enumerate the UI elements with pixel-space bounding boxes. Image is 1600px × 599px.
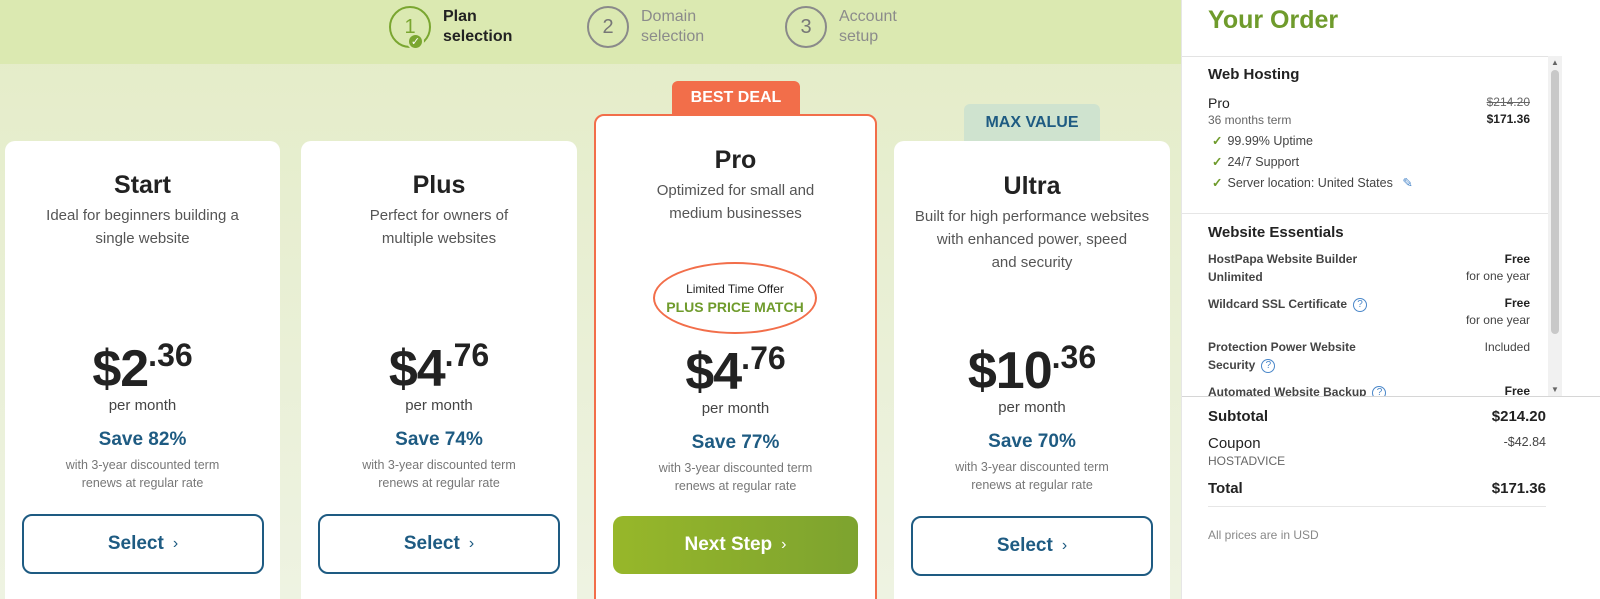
step-label: Plan selection	[443, 8, 513, 45]
web-hosting-heading: Web Hosting	[1208, 66, 1300, 83]
savings-text: Save 74%	[395, 429, 483, 450]
help-icon[interactable]: ?	[1372, 386, 1387, 396]
check-icon: ✓	[1212, 155, 1223, 169]
term-note: with 3-year discounted term renews at reg…	[955, 460, 1109, 492]
essential-value: Free	[1504, 384, 1530, 396]
checkout-steps: 1 ✓ Plan selection 2 Domain selection 3 Ac…	[0, 0, 1208, 64]
select-start-button[interactable]: Select ›	[22, 514, 264, 574]
essential-value: Free for one year	[1465, 252, 1530, 283]
price-period: per month	[405, 397, 473, 414]
step-domain-selection[interactable]: 2 Domain selection	[587, 6, 731, 48]
savings-text: Save 82%	[98, 429, 187, 450]
plan-name: Plus	[412, 171, 466, 199]
step-number-circle: 3	[785, 6, 827, 48]
subtotal-row: Subtotal $214.20	[1208, 408, 1546, 425]
select-plus-button[interactable]: Select ›	[318, 514, 560, 574]
step-number-circle: 1 ✓	[389, 6, 431, 50]
plan-price: $10.36	[967, 339, 1097, 400]
feature-server-location: ✓ Server location: United States ✎	[1212, 176, 1413, 190]
savings-text: Save 70%	[988, 431, 1076, 452]
plan-card-ultra: Ultra Built for high performance website…	[894, 141, 1170, 599]
plan-card-pro: Pro Optimized for small and medium busine…	[594, 114, 877, 599]
plan-name: Pro	[714, 146, 757, 174]
savings-text: Save 77%	[691, 432, 780, 453]
chevron-right-icon: ›	[468, 535, 475, 552]
hosting-plan-name: Pro	[1208, 95, 1230, 111]
term-note: with 3-year discounted term renews at reg…	[658, 461, 813, 493]
step-label: Account setup	[839, 8, 897, 45]
edit-pencil-icon[interactable]: ✎	[1402, 176, 1412, 190]
term-note: with 3-year discounted term renews at reg…	[362, 458, 516, 490]
checkmark-icon: ✓	[407, 33, 424, 50]
plan-selection-area: 1 ✓ Plan selection 2 Domain selection 3 Ac…	[0, 0, 1208, 599]
total-row: Total $171.36	[1208, 480, 1546, 497]
feature-uptime: ✓ 99.99% Uptime	[1212, 134, 1313, 148]
step-plan-selection[interactable]: 1 ✓ Plan selection	[389, 6, 533, 50]
step-number-circle: 2	[587, 6, 629, 48]
coupon-row: Coupon -$42.84	[1208, 435, 1546, 452]
plan-description: Built for high performance websites with …	[914, 208, 1150, 271]
divider	[1208, 506, 1546, 507]
plan-name: Ultra	[1003, 172, 1061, 200]
plan-price: $4.76	[388, 337, 490, 398]
check-icon: ✓	[1212, 134, 1223, 148]
original-price: $214.20	[1486, 95, 1530, 109]
price-period: per month	[108, 397, 177, 414]
scrollbar-thumb[interactable]	[1551, 70, 1559, 334]
chevron-right-icon: ›	[1061, 537, 1068, 554]
check-icon: ✓	[1212, 176, 1223, 190]
plan-description: Ideal for beginners building a single web…	[46, 207, 239, 247]
currency-note: All prices are in USD	[1208, 528, 1319, 542]
order-summary-panel: Your Order Web Hosting Pro 36 months ter…	[1181, 0, 1600, 599]
help-icon[interactable]: ?	[1261, 359, 1276, 373]
plan-description: Optimized for small and medium businesses	[656, 182, 815, 222]
plan-price: $4.76	[685, 340, 786, 401]
essential-value: Included	[1484, 340, 1530, 354]
help-icon[interactable]: ?	[1353, 298, 1368, 312]
plan-price: $2.36	[92, 337, 193, 398]
plan-description: Perfect for owners of multiple websites	[369, 207, 509, 247]
best-deal-badge: BEST DEAL	[672, 81, 800, 115]
coupon-code: HOSTADVICE	[1208, 454, 1286, 468]
plan-name: Start	[114, 171, 171, 199]
website-essentials-heading: Website Essentials	[1208, 224, 1344, 241]
step-account-setup[interactable]: 3 Account setup	[785, 6, 929, 48]
price-period: per month	[701, 400, 770, 417]
term-note: with 3-year discounted term renews at reg…	[65, 458, 220, 490]
divider	[1182, 396, 1600, 397]
essential-ssl: Wildcard SSL Certificate?	[1208, 295, 1398, 313]
chevron-right-icon: ›	[172, 535, 179, 552]
chevron-right-icon: ›	[781, 536, 787, 553]
limited-offer-badge: Limited Time Offer PLUS PRICE MATCH	[653, 262, 817, 334]
essential-backup: Automated Website Backup?	[1208, 383, 1398, 396]
price-period: per month	[998, 399, 1066, 416]
plan-card-plus: Plus Perfect for owners of multiple websi…	[301, 141, 577, 599]
scroll-up-icon[interactable]: ▲	[1551, 58, 1559, 67]
plan-card-start: Start Ideal for beginners building a sing…	[5, 141, 280, 599]
next-step-button[interactable]: Next Step ›	[613, 516, 858, 574]
max-value-badge: MAX VALUE	[964, 104, 1100, 142]
order-scrollbar[interactable]: ▲ ▼	[1548, 56, 1562, 396]
scroll-down-icon[interactable]: ▼	[1551, 385, 1559, 394]
select-ultra-button[interactable]: Select ›	[911, 516, 1153, 576]
essential-security: Protection Power Website Security?	[1208, 340, 1356, 373]
step-label: Domain selection	[641, 8, 705, 45]
order-items-scroll[interactable]: Web Hosting Pro 36 months term $214.20 $…	[1182, 56, 1562, 396]
hosting-term: 36 months term	[1208, 113, 1292, 127]
discounted-price: $171.36	[1486, 112, 1530, 126]
feature-support: ✓ 24/7 Support	[1212, 155, 1300, 169]
essential-value: Free for one year	[1465, 296, 1530, 327]
essential-website-builder: HostPapa Website Builder Unlimited	[1208, 252, 1358, 284]
divider	[1182, 213, 1548, 214]
order-title: Your Order	[1208, 6, 1339, 34]
